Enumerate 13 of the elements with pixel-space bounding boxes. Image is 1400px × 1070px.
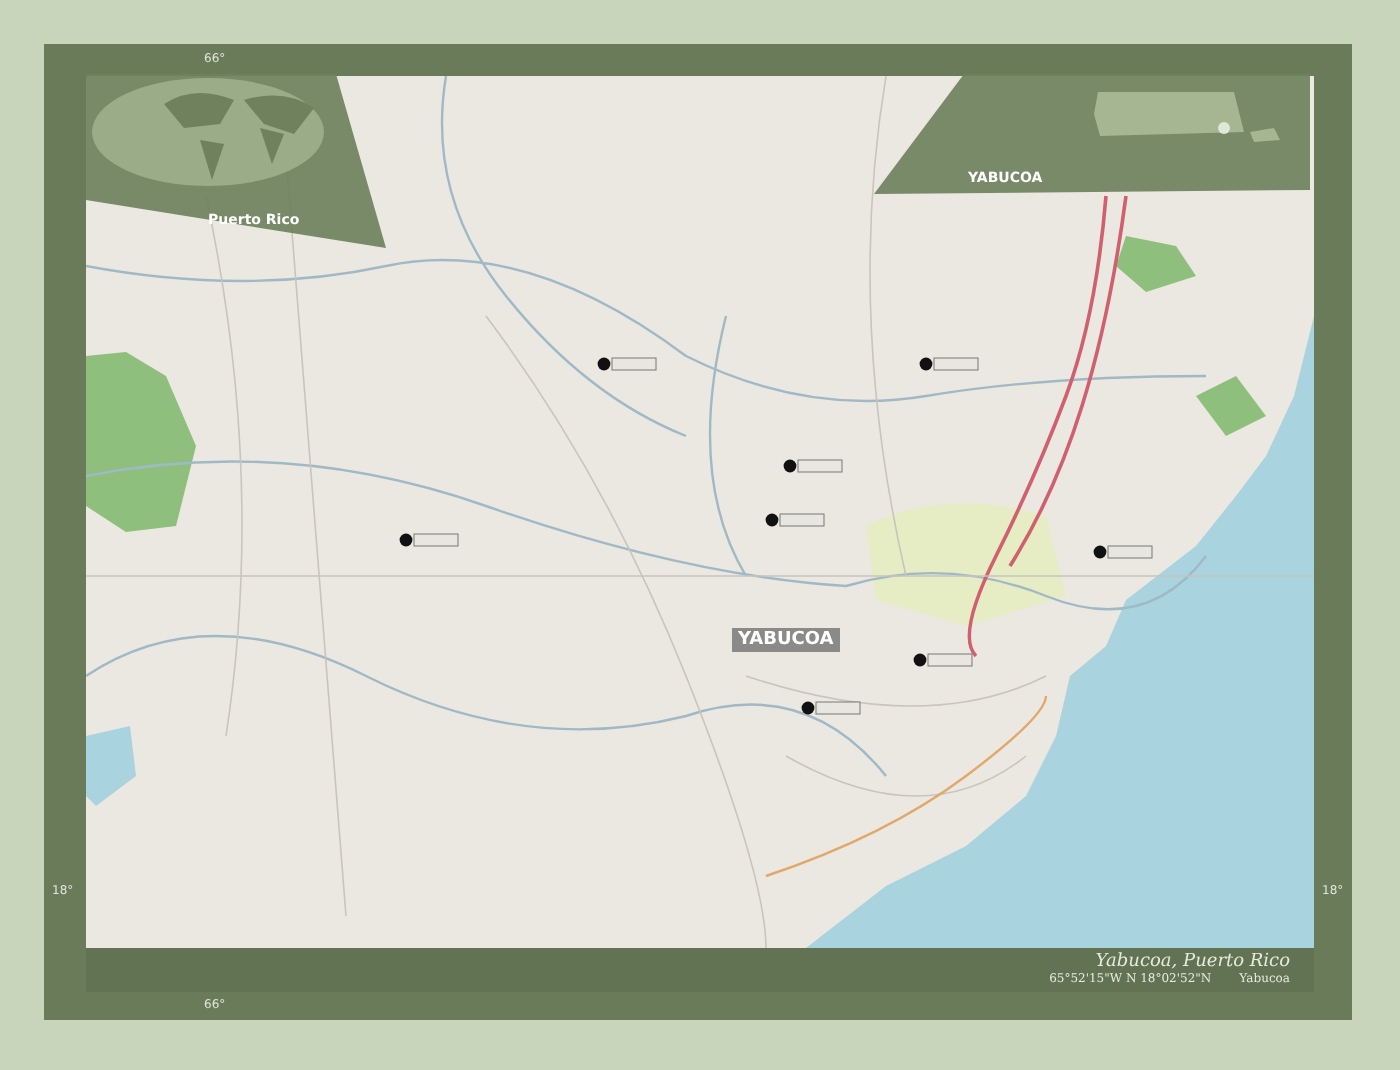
forest-area — [1116, 236, 1196, 292]
town-marker-icon — [765, 513, 825, 527]
town-marker-icon — [597, 357, 657, 371]
town-label: YABUCOA — [732, 628, 840, 652]
town-marker-icon — [801, 701, 861, 715]
lake — [86, 726, 136, 806]
forest-area — [1196, 376, 1266, 436]
town-marker-icon — [783, 459, 843, 473]
map-title: Yabucoa, Puerto Rico — [1095, 952, 1290, 972]
town-marker-icon — [1093, 545, 1153, 559]
town-marker-icon — [919, 357, 979, 371]
town-marker-icon — [913, 653, 973, 667]
town-marker-icon — [399, 533, 459, 547]
